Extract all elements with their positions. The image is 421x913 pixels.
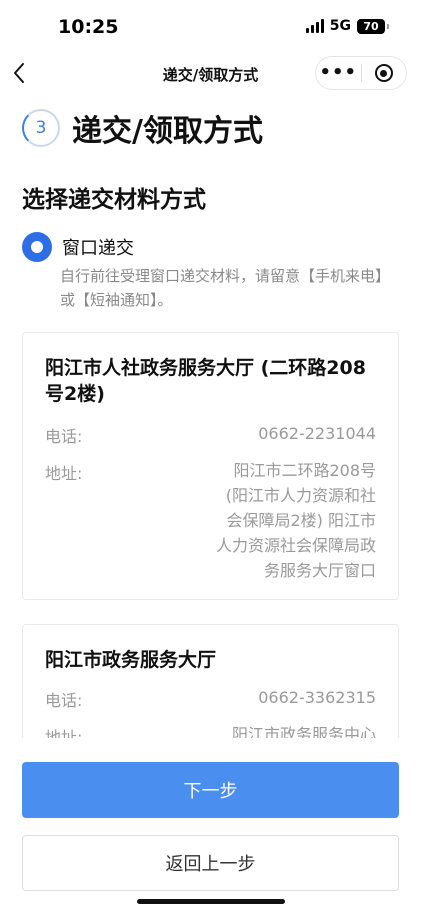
status-bar: 10:25 5G 70 [0,0,421,52]
home-indicator [137,899,285,904]
address-line: 人力资源社会保障局政 [215,536,376,555]
office-name: 阳江市人社政务服务大厅 (二环路208号2楼) [45,357,366,405]
status-time: 10:25 [58,16,119,38]
address-line: 务服务大厅窗口 [263,561,376,580]
step-number-badge: 3 [22,109,60,147]
screen: 10:25 5G 70 递交/领取方式 ••• 3 递交/领取方式 选择递交材料… [0,0,421,913]
option-description: 自行前往受理窗口递交材料，请留意【手机来电】或【短袖通知】。 [60,267,391,309]
step-title: 递交/领取方式 [72,114,263,149]
previous-step-button[interactable]: 返回上一步 [22,835,399,891]
office-phone[interactable]: 0662-3362315 [258,685,376,710]
battery-level: 70 [363,19,379,33]
address-line: 阳江市二环路208号 [233,461,376,480]
network-type: 5G [329,18,351,34]
address-line: 阳江市政务服务中心 [231,725,376,738]
office-card: 阳江市政务服务大厅 电话: 0662-3362315 地址: 阳江市政务服务中心 [22,624,399,738]
section-title: 选择递交材料方式 [22,187,206,213]
radio-selected-icon[interactable] [22,232,52,262]
office-name: 阳江市政务服务大厅 [45,649,217,671]
status-indicators: 5G 70 [305,18,389,34]
step-heading: 3 递交/领取方式 [22,106,263,150]
address-line: (阳江市人力资源和社 [225,486,376,505]
address-label: 地址: [45,728,83,738]
office-phone[interactable]: 0662-2231044 [258,421,376,446]
signal-icon [305,19,324,33]
office-address: 阳江市政务服务中心 [232,722,376,738]
office-card: 阳江市人社政务服务大厅 (二环路208号2楼) 电话: 0662-2231044… [22,332,399,600]
phone-label: 电话: [45,427,83,446]
address-label: 地址: [45,464,83,483]
office-address: 阳江市二环路208号 (阳江市人力资源和社 会保障局2楼) 阳江市 人力资源社会… [216,458,376,583]
office-list[interactable]: 阳江市人社政务服务大厅 (二环路208号2楼) 电话: 0662-2231044… [22,332,399,738]
close-target-icon[interactable] [361,64,406,82]
option-label: 窗口递交 [62,238,134,259]
more-icon[interactable]: ••• [316,58,361,88]
phone-label: 电话: [45,691,83,710]
nav-bar: 递交/领取方式 ••• [0,52,421,98]
mini-program-capsule: ••• [315,56,407,90]
battery-icon: 70 [357,18,389,34]
next-step-button[interactable]: 下一步 [22,762,399,818]
option-window-submit[interactable]: 窗口递交 [22,232,134,262]
address-line: 会保障局2楼) 阳江市 [226,511,376,530]
